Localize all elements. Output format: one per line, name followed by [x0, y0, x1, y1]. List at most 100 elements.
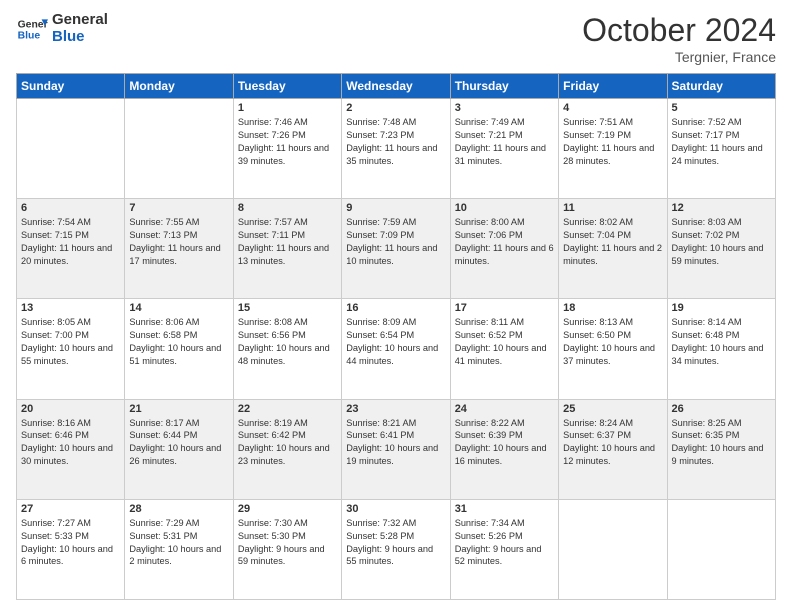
day-info: Daylight: 10 hours and 41 minutes. — [455, 342, 554, 368]
day-number: 15 — [238, 302, 337, 314]
month-title: October 2024 — [582, 12, 776, 49]
calendar-cell: 6Sunrise: 7:54 AMSunset: 7:15 PMDaylight… — [17, 199, 125, 299]
day-info: Sunset: 6:48 PM — [672, 329, 771, 342]
logo-text-blue: Blue — [52, 29, 108, 46]
calendar-cell: 15Sunrise: 8:08 AMSunset: 6:56 PMDayligh… — [233, 299, 341, 399]
day-info: Sunset: 5:26 PM — [455, 530, 554, 543]
day-info: Sunset: 5:31 PM — [129, 530, 228, 543]
calendar-cell: 11Sunrise: 8:02 AMSunset: 7:04 PMDayligh… — [559, 199, 667, 299]
calendar-cell: 18Sunrise: 8:13 AMSunset: 6:50 PMDayligh… — [559, 299, 667, 399]
day-info: Sunset: 6:50 PM — [563, 329, 662, 342]
day-info: Sunrise: 7:55 AM — [129, 216, 228, 229]
calendar-day-header: Wednesday — [342, 74, 450, 99]
day-number: 25 — [563, 403, 662, 415]
calendar-cell: 16Sunrise: 8:09 AMSunset: 6:54 PMDayligh… — [342, 299, 450, 399]
day-number: 14 — [129, 302, 228, 314]
day-info: Sunset: 7:06 PM — [455, 229, 554, 242]
header: General Blue General Blue October 2024 T… — [16, 12, 776, 65]
day-number: 7 — [129, 202, 228, 214]
day-number: 3 — [455, 102, 554, 114]
day-info: Sunset: 7:02 PM — [672, 229, 771, 242]
calendar-cell: 31Sunrise: 7:34 AMSunset: 5:26 PMDayligh… — [450, 499, 558, 599]
day-info: Daylight: 11 hours and 17 minutes. — [129, 242, 228, 268]
day-info: Sunset: 6:58 PM — [129, 329, 228, 342]
calendar-cell: 7Sunrise: 7:55 AMSunset: 7:13 PMDaylight… — [125, 199, 233, 299]
day-info: Sunset: 5:33 PM — [21, 530, 120, 543]
calendar-week-row: 27Sunrise: 7:27 AMSunset: 5:33 PMDayligh… — [17, 499, 776, 599]
day-info: Daylight: 11 hours and 35 minutes. — [346, 142, 445, 168]
calendar-cell: 24Sunrise: 8:22 AMSunset: 6:39 PMDayligh… — [450, 399, 558, 499]
day-info: Sunrise: 8:08 AM — [238, 316, 337, 329]
calendar-cell — [667, 499, 775, 599]
day-info: Daylight: 11 hours and 20 minutes. — [21, 242, 120, 268]
day-number: 12 — [672, 202, 771, 214]
day-number: 9 — [346, 202, 445, 214]
day-info: Sunrise: 8:17 AM — [129, 417, 228, 430]
calendar-day-header: Thursday — [450, 74, 558, 99]
day-number: 19 — [672, 302, 771, 314]
day-info: Sunset: 5:30 PM — [238, 530, 337, 543]
calendar-body: 1Sunrise: 7:46 AMSunset: 7:26 PMDaylight… — [17, 99, 776, 600]
day-info: Daylight: 10 hours and 6 minutes. — [21, 543, 120, 569]
day-info: Daylight: 10 hours and 34 minutes. — [672, 342, 771, 368]
day-info: Daylight: 9 hours and 55 minutes. — [346, 543, 445, 569]
day-info: Sunset: 6:52 PM — [455, 329, 554, 342]
calendar-cell: 12Sunrise: 8:03 AMSunset: 7:02 PMDayligh… — [667, 199, 775, 299]
day-info: Sunrise: 8:11 AM — [455, 316, 554, 329]
day-number: 2 — [346, 102, 445, 114]
day-info: Sunset: 6:42 PM — [238, 429, 337, 442]
calendar-cell: 22Sunrise: 8:19 AMSunset: 6:42 PMDayligh… — [233, 399, 341, 499]
location: Tergnier, France — [582, 49, 776, 65]
day-info: Sunrise: 8:13 AM — [563, 316, 662, 329]
day-number: 10 — [455, 202, 554, 214]
calendar-cell: 5Sunrise: 7:52 AMSunset: 7:17 PMDaylight… — [667, 99, 775, 199]
day-info: Daylight: 10 hours and 59 minutes. — [672, 242, 771, 268]
day-number: 8 — [238, 202, 337, 214]
day-info: Daylight: 11 hours and 39 minutes. — [238, 142, 337, 168]
day-info: Sunrise: 7:32 AM — [346, 517, 445, 530]
day-info: Sunset: 6:44 PM — [129, 429, 228, 442]
calendar-day-header: Sunday — [17, 74, 125, 99]
day-info: Daylight: 9 hours and 52 minutes. — [455, 543, 554, 569]
logo-text-general: General — [52, 12, 108, 29]
calendar-cell: 23Sunrise: 8:21 AMSunset: 6:41 PMDayligh… — [342, 399, 450, 499]
day-number: 23 — [346, 403, 445, 415]
day-info: Daylight: 10 hours and 37 minutes. — [563, 342, 662, 368]
day-info: Daylight: 10 hours and 2 minutes. — [129, 543, 228, 569]
day-number: 5 — [672, 102, 771, 114]
day-number: 22 — [238, 403, 337, 415]
day-info: Sunset: 7:21 PM — [455, 129, 554, 142]
day-info: Sunset: 7:04 PM — [563, 229, 662, 242]
day-info: Sunset: 7:00 PM — [21, 329, 120, 342]
svg-text:Blue: Blue — [18, 30, 41, 41]
day-number: 27 — [21, 503, 120, 515]
day-info: Sunset: 6:39 PM — [455, 429, 554, 442]
day-info: Sunrise: 7:29 AM — [129, 517, 228, 530]
day-number: 31 — [455, 503, 554, 515]
title-block: October 2024 Tergnier, France — [582, 12, 776, 65]
day-info: Sunrise: 8:05 AM — [21, 316, 120, 329]
day-info: Sunset: 6:46 PM — [21, 429, 120, 442]
day-info: Sunrise: 8:06 AM — [129, 316, 228, 329]
day-info: Sunrise: 8:02 AM — [563, 216, 662, 229]
day-info: Sunset: 6:54 PM — [346, 329, 445, 342]
day-info: Daylight: 10 hours and 9 minutes. — [672, 442, 771, 468]
day-info: Daylight: 11 hours and 28 minutes. — [563, 142, 662, 168]
day-info: Daylight: 10 hours and 30 minutes. — [21, 442, 120, 468]
calendar-week-row: 20Sunrise: 8:16 AMSunset: 6:46 PMDayligh… — [17, 399, 776, 499]
day-info: Sunrise: 8:21 AM — [346, 417, 445, 430]
day-info: Sunrise: 8:19 AM — [238, 417, 337, 430]
logo: General Blue General Blue — [16, 12, 108, 45]
day-info: Daylight: 11 hours and 13 minutes. — [238, 242, 337, 268]
day-info: Sunset: 6:37 PM — [563, 429, 662, 442]
day-info: Daylight: 9 hours and 59 minutes. — [238, 543, 337, 569]
calendar-cell: 4Sunrise: 7:51 AMSunset: 7:19 PMDaylight… — [559, 99, 667, 199]
calendar-week-row: 13Sunrise: 8:05 AMSunset: 7:00 PMDayligh… — [17, 299, 776, 399]
day-info: Daylight: 11 hours and 6 minutes. — [455, 242, 554, 268]
calendar-day-header: Monday — [125, 74, 233, 99]
day-number: 11 — [563, 202, 662, 214]
day-number: 21 — [129, 403, 228, 415]
calendar-cell: 14Sunrise: 8:06 AMSunset: 6:58 PMDayligh… — [125, 299, 233, 399]
calendar-cell: 20Sunrise: 8:16 AMSunset: 6:46 PMDayligh… — [17, 399, 125, 499]
calendar-week-row: 6Sunrise: 7:54 AMSunset: 7:15 PMDaylight… — [17, 199, 776, 299]
